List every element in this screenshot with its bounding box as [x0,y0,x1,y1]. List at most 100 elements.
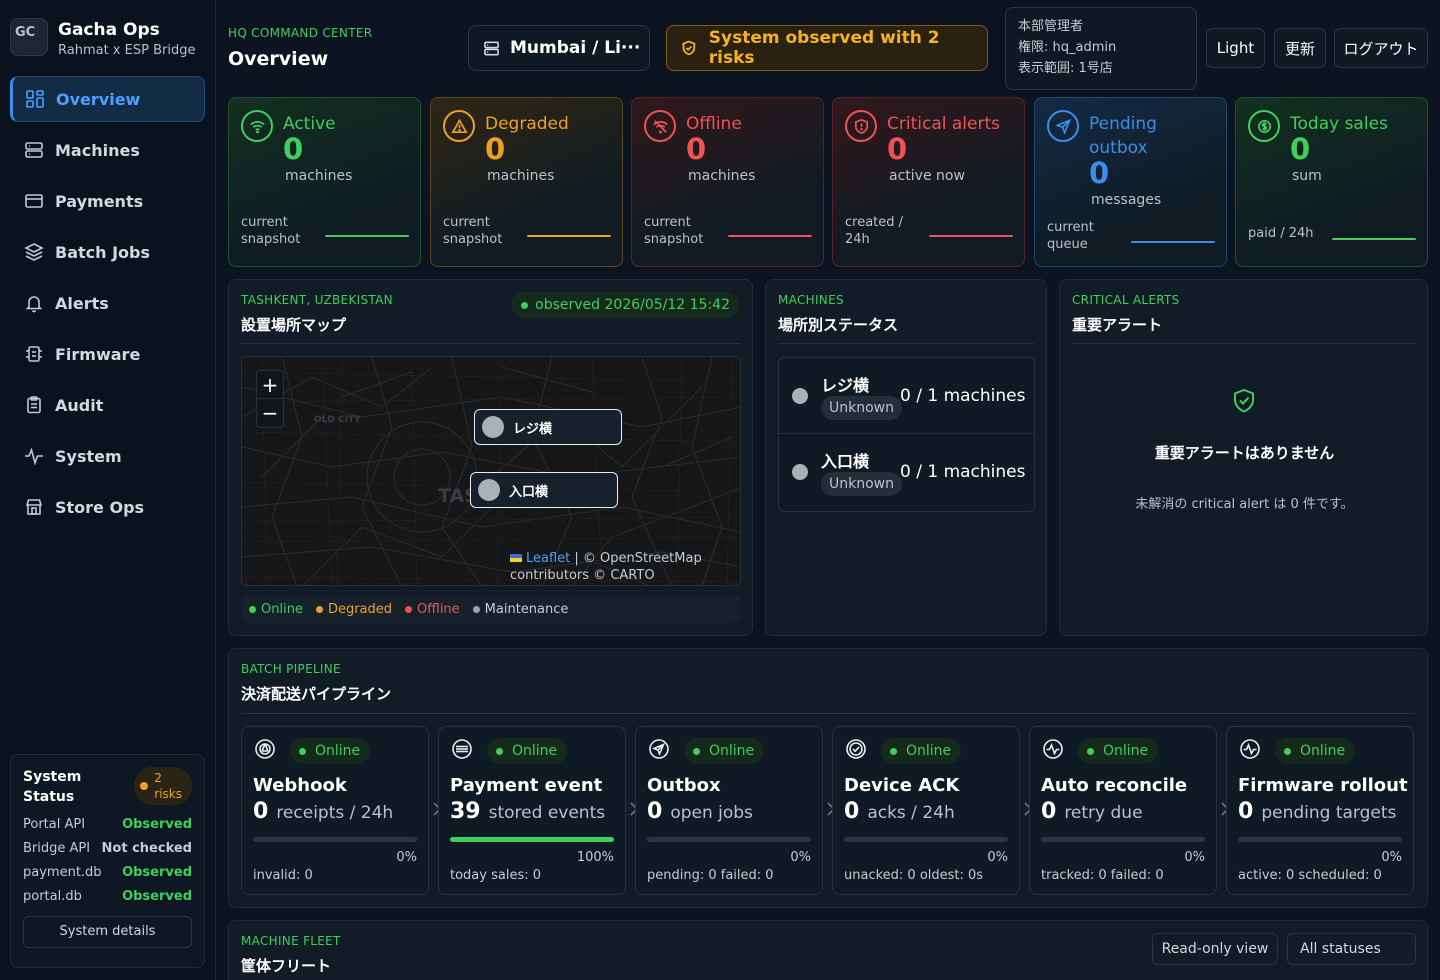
stage-value: 0 [844,799,860,824]
activity-icon [1042,738,1064,760]
leaflet-link[interactable]: Leaflet [526,551,570,566]
logout-button[interactable]: ログアウト [1334,28,1428,68]
kpi-value: 0 [283,132,304,166]
stage-progress-fill [450,837,614,842]
kpi-footnote: paid / 24h [1248,226,1314,241]
risk-dot-icon [140,782,149,790]
stage-metric-label: retry due [1064,803,1143,823]
location-row[interactable]: 入口横 Unknown 0 / 1 machines [779,434,1034,510]
machines-title: 場所別ステータス [778,316,899,334]
sidebar-item-audit[interactable]: Audit [10,382,205,428]
marker-label: レジ横 [513,421,553,437]
status-row-name: Bridge API [23,840,91,856]
stage-status-label: Online [1300,743,1346,759]
kpi-footnote: current snapshot [241,215,301,247]
kpi-value: 0 [686,132,707,166]
sidebar-item-label: Alerts [55,293,109,313]
sidebar-item-store-ops[interactable]: Store Ops [10,484,205,530]
stage-metric-label: stored events [488,803,606,823]
no-alerts-text: 未解消の critical alert は 0 件です。 [1135,497,1354,512]
location-map[interactable]: OLD CITY TAS + − レジ横 入口横 Leaflet | © Ope… [241,356,741,586]
stage-percent: 0% [790,850,811,865]
kpi-card-offline[interactable]: Offline 0 machines current snapshot [631,97,824,267]
user-role: 本部管理者 [1018,19,1084,34]
status-filter-select[interactable]: All statuses [1287,933,1416,965]
sidebar-item-label: Machines [55,140,140,160]
pipeline-stage-auto-reconcile[interactable]: Online Auto reconcile 0 retry due 0% trac… [1029,726,1217,895]
brand: GC Gacha Ops Rahmat x ESP Bridge [0,0,215,70]
zoom-control: + − [256,370,284,428]
legend-item-maintenance: Maintenance [472,602,568,617]
status-row-payment-db: payment.db Observed [23,865,192,880]
map-marker[interactable]: 入口横 [470,472,618,508]
location-selector[interactable]: Mumbai / Li··· [468,25,650,71]
pipeline-stage-device-ack[interactable]: Online Device ACK 0 acks / 24h 0% unacked… [832,726,1020,895]
sidebar-item-overview[interactable]: Overview [10,76,205,122]
sidebar-item-batch-jobs[interactable]: Batch Jobs [10,229,205,275]
kpi-card-pending-outbox[interactable]: Pending outbox 0 messages current queue [1034,97,1227,267]
kpi-footnote: current snapshot [443,215,503,247]
alerts-title: 重要アラート [1072,316,1163,334]
stage-progress-bar [1041,837,1205,842]
zoom-out-button[interactable]: − [257,399,283,427]
stage-progress-bar [253,837,417,842]
user-permission: 権限: hq_admin [1018,39,1117,55]
kpi-trend-line [1332,238,1416,240]
sidebar-item-payments[interactable]: Payments [10,178,205,224]
pipeline-stage-webhook[interactable]: Online Webhook 0 receipts / 24h 0% invali… [241,726,429,895]
kpi-card-today-sales[interactable]: Today sales 0 sum paid / 24h [1235,97,1428,267]
marker-dot-icon [482,416,504,438]
kpi-value: 0 [485,132,506,166]
system-status-title: System Status [23,769,82,806]
grid-icon [26,90,44,108]
stage-metric: 0 retry due [1041,799,1143,824]
sidebar-item-machines[interactable]: Machines [10,127,205,173]
stage-status-label: Online [906,743,952,759]
kpi-unit: machines [285,168,353,184]
page-eyebrow: HQ COMMAND CENTER [228,26,373,40]
status-row-name: payment.db [23,864,102,880]
pipeline-stage-outbox[interactable]: Online Outbox 0 open jobs 0% pending: 0 f… [635,726,823,895]
read-only-view-button[interactable]: Read-only view [1152,933,1278,965]
legend-item-offline: Offline [405,602,460,617]
divider [241,713,1415,714]
refresh-button[interactable]: 更新 [1274,28,1326,68]
stage-value: 0 [1041,799,1057,824]
stage-metric-label: acks / 24h [867,803,955,823]
pipeline-stage-payment-event[interactable]: Online Payment event 39 stored events 100… [438,726,626,895]
map-marker[interactable]: レジ横 [474,409,622,445]
card-icon [25,194,43,208]
marker-dot-icon [478,479,500,501]
status-row-value: Observed [122,864,192,880]
kpi-footnote: current snapshot [644,215,704,247]
stage-name: Outbox [647,775,721,796]
status-dot-icon [890,747,897,755]
pipeline-title: 決済配送パイプライン [241,685,392,703]
zoom-in-button[interactable]: + [257,371,283,399]
stage-status-label: Online [512,743,558,759]
sidebar-item-alerts[interactable]: Alerts [10,280,205,326]
kpi-card-degraded[interactable]: Degraded 0 machines current snapshot [430,97,623,267]
kpi-trend-line [527,235,611,237]
status-row-value: Not checked [101,840,192,856]
sidebar-item-system[interactable]: System [10,433,205,479]
brand-logo[interactable]: GC [10,18,48,56]
status-row-value: Observed [122,888,192,904]
theme-toggle-button[interactable]: Light [1206,28,1265,68]
sidebar-nav: Overview Machines Payments Batch Jobs Al… [0,76,215,530]
pipeline-stage-firmware-rollout[interactable]: Online Firmware rollout 0 pending targets… [1226,726,1414,895]
system-details-button[interactable]: System details [23,915,192,948]
location-row[interactable]: レジ横 Unknown 0 / 1 machines [779,358,1034,434]
sidebar-item-firmware[interactable]: Firmware [10,331,205,377]
kpi-card-critical-alerts[interactable]: Critical alerts 0 active now created / 2… [832,97,1025,267]
shield-check-icon [1234,388,1254,413]
stage-footnote: invalid: 0 [253,868,313,883]
stage-name: Auto reconcile [1041,775,1188,796]
risk-banner[interactable]: System observed with 2 risks [666,25,988,71]
kpi-card-active[interactable]: Active 0 machines current snapshot [228,97,421,267]
stage-name: Firmware rollout [1238,775,1408,796]
shield-alert-icon [845,110,877,142]
stage-status-badge: Online [684,738,765,764]
legend-dot-icon [315,605,323,613]
location-status-list: レジ横 Unknown 0 / 1 machines 入口横 Unknown 0… [778,357,1035,512]
